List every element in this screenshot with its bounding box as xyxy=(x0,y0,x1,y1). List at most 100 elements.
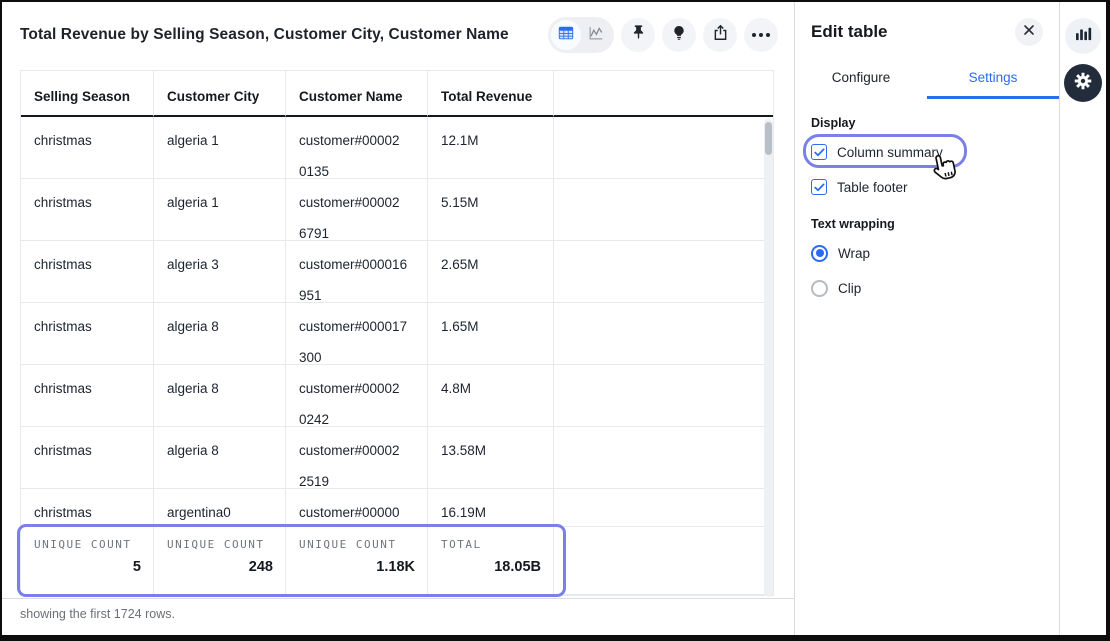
radio-selected-icon xyxy=(811,245,828,262)
close-button[interactable] xyxy=(1015,18,1043,46)
table-cell[interactable]: algeria 1 xyxy=(154,179,286,241)
option-label: Clip xyxy=(838,281,861,296)
column-summary-cell: UNIQUE COUNT 248 xyxy=(154,527,286,595)
table-cell[interactable]: customer#00002 2519 xyxy=(286,427,428,489)
table-cell[interactable]: 2.65M xyxy=(428,241,554,303)
summary-value: 1.18K xyxy=(376,559,415,575)
table-cell[interactable]: algeria 3 xyxy=(154,241,286,303)
summary-value: 5 xyxy=(133,559,141,575)
table-cell[interactable]: 4.8M xyxy=(428,365,554,427)
table-cell-empty xyxy=(554,117,773,179)
table-cell[interactable]: christmas xyxy=(21,179,154,241)
table-cell[interactable]: christmas xyxy=(21,117,154,179)
insights-button[interactable] xyxy=(662,18,696,52)
option-label: Column summary xyxy=(837,145,943,160)
table-cell-empty xyxy=(554,365,773,427)
table-cell[interactable]: 12.1M xyxy=(428,117,554,179)
panel-tabs: Configure Settings xyxy=(795,60,1059,99)
table-cell[interactable]: christmas xyxy=(21,241,154,303)
table-cell-empty xyxy=(554,179,773,241)
pin-button[interactable] xyxy=(621,18,655,52)
gear-icon xyxy=(1072,70,1094,97)
column-summary-checkbox[interactable]: Column summary xyxy=(811,139,1043,165)
toolbar xyxy=(548,17,778,53)
display-section-label: Display xyxy=(811,116,1043,130)
table-cell[interactable]: customer#000017 300 xyxy=(286,303,428,365)
table-cell[interactable]: argentina0 xyxy=(154,489,286,527)
table-region: Selling Season Customer City Customer Na… xyxy=(20,70,774,598)
side-icon-strip xyxy=(1060,2,1106,635)
view-toggle xyxy=(548,17,614,53)
more-options-button[interactable] xyxy=(744,18,778,52)
table-cell-empty xyxy=(554,241,773,303)
chart-view-button[interactable] xyxy=(581,20,611,50)
share-icon xyxy=(711,23,730,47)
table-cell[interactable]: christmas xyxy=(21,365,154,427)
table-scrollbar[interactable] xyxy=(764,119,773,597)
table-cell-empty xyxy=(554,427,773,489)
table-view-button[interactable] xyxy=(551,20,581,50)
column-summary-cell-empty xyxy=(554,527,773,595)
column-header[interactable]: Customer Name xyxy=(286,71,428,117)
clip-radio[interactable]: Clip xyxy=(811,275,1043,301)
column-summary-cell: UNIQUE COUNT 5 xyxy=(21,527,154,595)
tab-settings[interactable]: Settings xyxy=(927,60,1059,99)
line-chart-icon xyxy=(587,24,605,47)
table-cell[interactable]: customer#00002 0242 xyxy=(286,365,428,427)
table-footer-checkbox[interactable]: Table footer xyxy=(811,174,1043,200)
table-cell[interactable]: algeria 8 xyxy=(154,303,286,365)
panel-title: Edit table xyxy=(811,22,888,42)
column-header[interactable]: Customer City xyxy=(154,71,286,117)
summary-value: 248 xyxy=(249,559,273,575)
table-cell[interactable]: customer#00000 xyxy=(286,489,428,527)
app-window: Total Revenue by Selling Season, Custome… xyxy=(0,0,1110,641)
table-cell-empty xyxy=(554,303,773,365)
scrollbar-thumb[interactable] xyxy=(765,122,772,155)
column-header[interactable]: Selling Season xyxy=(21,71,154,117)
table-cell[interactable]: algeria 8 xyxy=(154,427,286,489)
answer-card: Total Revenue by Selling Season, Custome… xyxy=(2,2,794,635)
lightbulb-icon xyxy=(670,24,688,47)
text-wrapping-section-label: Text wrapping xyxy=(811,217,1043,231)
column-summary-cell: TOTAL 18.05B xyxy=(428,527,554,595)
share-button[interactable] xyxy=(703,18,737,52)
table-cell[interactable]: christmas xyxy=(21,427,154,489)
ellipsis-icon xyxy=(752,33,770,37)
edit-table-panel: Edit table Configure Settings Display xyxy=(794,2,1060,635)
summary-label: UNIQUE COUNT xyxy=(34,538,141,551)
table-icon xyxy=(557,24,575,47)
option-label: Wrap xyxy=(838,246,870,261)
summary-label: UNIQUE COUNT xyxy=(167,538,273,551)
row-count-note: showing the first 1724 rows. xyxy=(2,598,794,635)
table-cell[interactable]: algeria 1 xyxy=(154,117,286,179)
card-header: Total Revenue by Selling Season, Custome… xyxy=(2,2,794,68)
column-summary-cell: UNIQUE COUNT 1.18K xyxy=(286,527,428,595)
summary-value: 18.05B xyxy=(494,559,541,575)
column-header[interactable]: Total Revenue xyxy=(428,71,554,117)
pin-icon xyxy=(629,23,648,47)
chart-config-button[interactable] xyxy=(1065,18,1101,54)
table-cell[interactable]: 13.58M xyxy=(428,427,554,489)
checkbox-checked-icon xyxy=(811,144,827,160)
table-cell[interactable]: 16.19M xyxy=(428,489,554,527)
column-header-empty xyxy=(554,71,773,117)
radio-unselected-icon xyxy=(811,280,828,297)
wrap-radio[interactable]: Wrap xyxy=(811,240,1043,266)
close-icon xyxy=(1023,23,1035,41)
table-cell-empty xyxy=(554,489,773,527)
summary-label: UNIQUE COUNT xyxy=(299,538,415,551)
table-cell[interactable]: customer#000016 951 xyxy=(286,241,428,303)
table-cell[interactable]: christmas xyxy=(21,303,154,365)
checkbox-checked-icon xyxy=(811,179,827,195)
table-cell[interactable]: customer#00002 0135 xyxy=(286,117,428,179)
settings-button[interactable] xyxy=(1064,64,1102,102)
table-cell[interactable]: 1.65M xyxy=(428,303,554,365)
tab-configure[interactable]: Configure xyxy=(795,60,927,99)
summary-label: TOTAL xyxy=(441,538,541,551)
table-cell[interactable]: christmas xyxy=(21,489,154,527)
table-cell[interactable]: 5.15M xyxy=(428,179,554,241)
page-title: Total Revenue by Selling Season, Custome… xyxy=(20,26,509,44)
table-cell[interactable]: algeria 8 xyxy=(154,365,286,427)
data-table: Selling Season Customer City Customer Na… xyxy=(20,70,774,596)
table-cell[interactable]: customer#00002 6791 xyxy=(286,179,428,241)
